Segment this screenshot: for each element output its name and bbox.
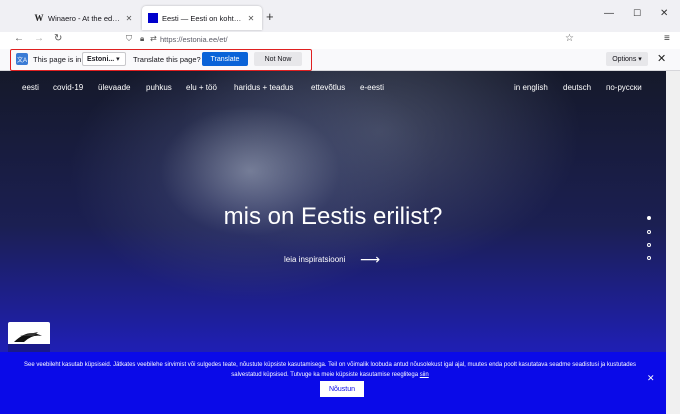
nav-link-puhkus[interactable]: puhkus — [146, 83, 172, 92]
translate-prefix: This page is in — [33, 55, 82, 64]
winaero-favicon-icon: W — [34, 13, 44, 23]
cookie-text: See veebileht kasutab küpsiseid. Jätkate… — [24, 362, 636, 378]
url-field[interactable]: https://estonia.ee/et/ — [160, 35, 228, 44]
nav-link-haridus[interactable]: haridus + teadus — [234, 83, 293, 92]
lang-link-deutsch[interactable]: deutsch — [563, 83, 591, 92]
translate-indicator-icon[interactable]: ⇄ — [150, 34, 157, 43]
nav-link-eesti[interactable]: eesti — [22, 83, 39, 92]
lang-link-russian[interactable]: по-русски — [606, 83, 642, 92]
nav-link-e-eesti[interactable]: e-eesti — [360, 83, 384, 92]
new-tab-button[interactable]: + — [266, 9, 274, 24]
maximize-icon[interactable]: ☐ — [633, 8, 641, 19]
nav-link-ettevotlus[interactable]: ettevõtlus — [311, 83, 345, 92]
nav-link-ulevaade[interactable]: ülevaade — [98, 83, 130, 92]
shield-icon[interactable]: ⛉ — [126, 34, 132, 44]
not-now-button[interactable]: Not Now — [254, 52, 302, 66]
page-scrollbar[interactable] — [666, 71, 680, 414]
translate-button[interactable]: Translate — [202, 52, 248, 66]
tab-strip: W Winaero - At the edge of tweaki ✕ Eest… — [0, 0, 680, 32]
nav-link-elu-too[interactable]: elu + töö — [186, 83, 217, 92]
bookmark-star-icon[interactable]: ☆ — [565, 33, 574, 44]
tab-title: Winaero - At the edge of tweaki — [48, 13, 121, 23]
lock-icon[interactable]: 🔒︎ — [140, 34, 144, 44]
close-translate-bar-icon[interactable]: ✕ — [657, 52, 666, 65]
tab-title: Eesti — Eesti on koht iseseisval — [162, 13, 243, 23]
reload-icon[interactable]: ↻ — [54, 33, 62, 44]
menu-icon[interactable]: ≡ — [664, 33, 670, 44]
cookie-banner: See veebileht kasutab küpsiseid. Jätkate… — [0, 352, 666, 414]
slide-dot[interactable] — [647, 256, 651, 260]
window-close-icon[interactable]: ✕ — [660, 8, 668, 19]
estonia-logo[interactable] — [8, 322, 50, 354]
tab-winaero[interactable]: W Winaero - At the edge of tweaki ✕ — [28, 6, 140, 30]
navigation-bar: ← → ↻ ⛉ 🔒︎ ⇄ https://estonia.ee/et/ ☆ ≡ — [0, 32, 680, 49]
tab-estonia[interactable]: Eesti — Eesti on koht iseseisval ✕ — [142, 6, 262, 30]
forward-arrow-icon[interactable]: → — [34, 33, 44, 44]
close-icon[interactable]: ✕ — [124, 14, 134, 23]
options-button[interactable]: Options ▾ — [606, 52, 648, 66]
lang-link-english[interactable]: in english — [514, 83, 548, 92]
minimize-icon[interactable]: — — [604, 8, 614, 19]
close-cookie-banner-icon[interactable]: ✕ — [647, 373, 655, 384]
estonia-favicon-icon — [148, 13, 158, 23]
cookie-policy-link[interactable]: siin — [420, 372, 429, 378]
back-arrow-icon[interactable]: ← — [14, 33, 24, 44]
translate-bar: 文A This page is in Estoni... ▾ Translate… — [0, 49, 680, 71]
close-icon[interactable]: ✕ — [246, 14, 256, 23]
language-select[interactable]: Estoni... ▾ — [82, 52, 126, 66]
translate-question: Translate this page? — [133, 55, 201, 64]
accept-cookies-button[interactable]: Nõustun — [320, 381, 364, 397]
slide-dot[interactable] — [647, 243, 651, 247]
translate-icon: 文A — [16, 53, 28, 65]
nav-link-covid[interactable]: covid-19 — [53, 83, 83, 92]
hero-title: mis on Eestis erilist? — [223, 203, 443, 230]
hero-link[interactable]: leia inspiratsiooni — [284, 255, 345, 264]
arrow-right-icon[interactable]: ⟶ — [360, 251, 380, 268]
